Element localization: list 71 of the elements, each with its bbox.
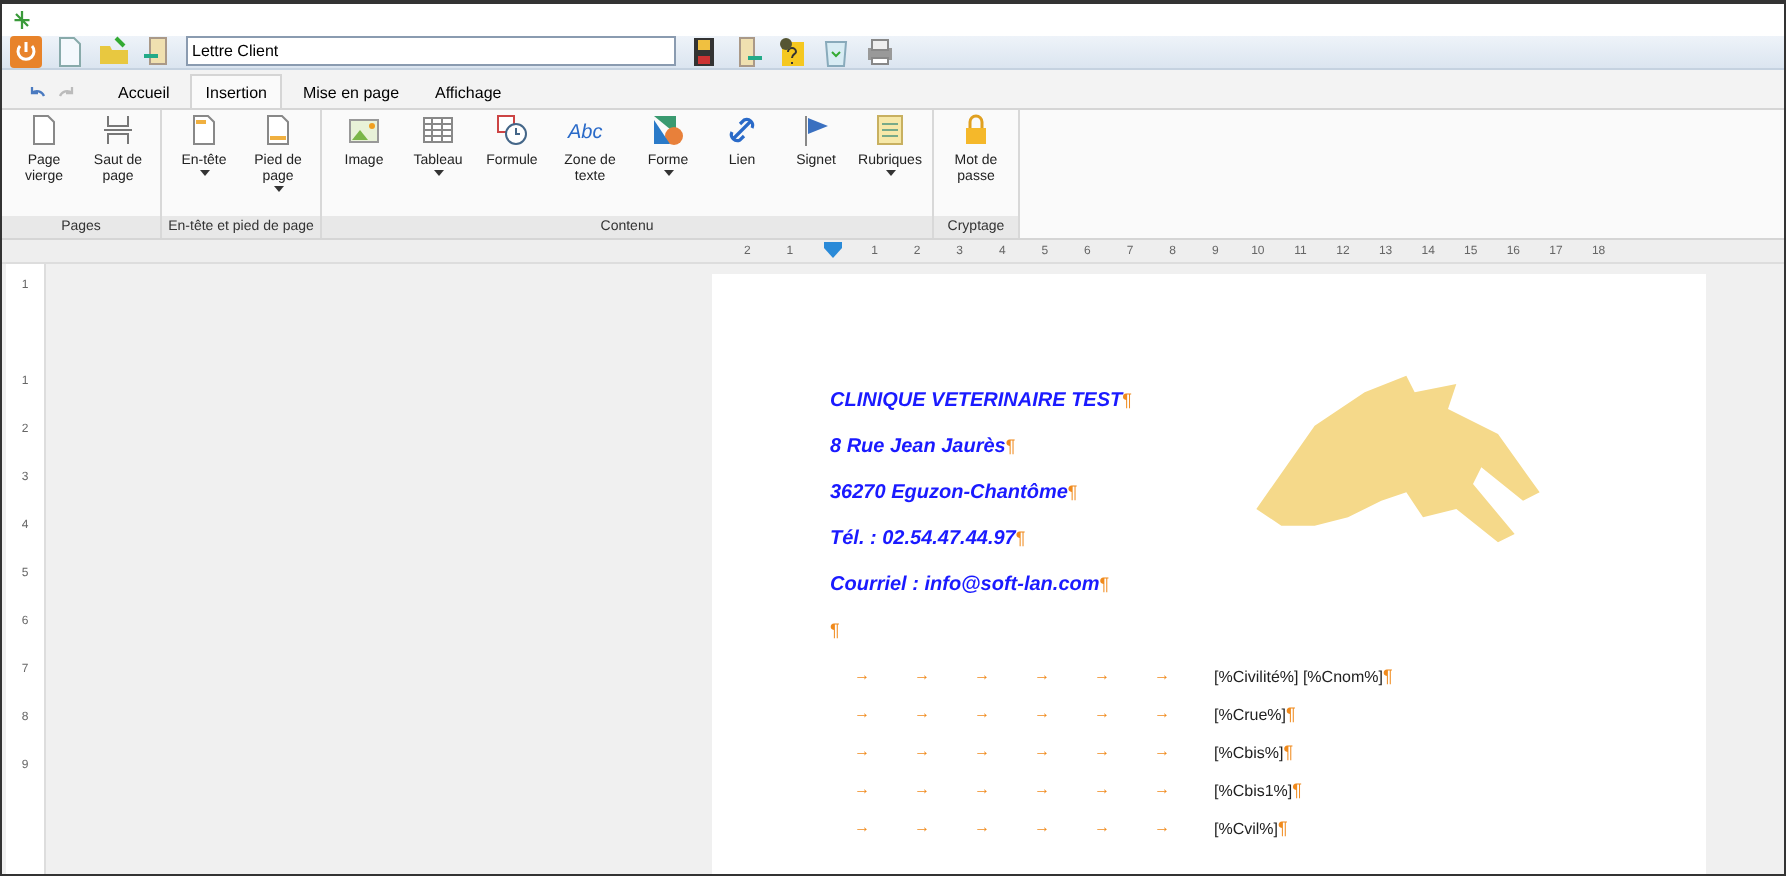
tab-mark: → (914, 742, 932, 761)
tab-mark: → (914, 780, 932, 799)
header-page-icon (188, 114, 220, 147)
tab-mark: → (974, 666, 992, 685)
letterhead-line: 36270 Eguzon-Chantôme¶ (830, 482, 1080, 509)
merge-field-line: [%Cbis1%]¶ (1214, 779, 1302, 800)
padlock-icon (960, 114, 992, 147)
tab-mark: → (1154, 818, 1172, 837)
merge-field-line: [%Cbis%]¶ (1214, 741, 1294, 762)
letterhead-line: 8 Rue Jean Jaurès¶ (830, 436, 1018, 463)
tab-mark: → (1034, 818, 1052, 837)
page-break-icon (102, 114, 134, 147)
tab-mark: → (974, 742, 992, 761)
tab-mark: → (1034, 666, 1052, 685)
ribbon-tab[interactable]: Insertion (189, 74, 283, 109)
blank-page-icon (28, 114, 60, 147)
tab-mark: → (854, 742, 872, 761)
caret-icon (199, 170, 209, 179)
document-list-icon (874, 114, 906, 147)
tab-mark: → (1094, 704, 1112, 723)
calendar-clock-icon (496, 114, 528, 147)
ribbon-tab[interactable]: Mise en page (286, 74, 416, 109)
footer-page-icon (262, 114, 294, 147)
merge-field-line: [%Crue%]¶ (1214, 703, 1296, 724)
power-icon[interactable] (10, 35, 42, 68)
tab-mark: → (914, 818, 932, 837)
tab-mark: → (974, 704, 992, 723)
tab-mark: → (914, 666, 932, 685)
merge-field-line: [%Civilité%] [%Cnom%]¶ (1214, 665, 1393, 686)
shapes-icon (652, 114, 684, 147)
letterhead-line: Courriel : info@soft-lan.com¶ (830, 574, 1112, 601)
caret-icon (273, 186, 283, 195)
tab-mark: → (1034, 742, 1052, 761)
paragraph-mark: ¶ (830, 620, 842, 645)
flag-icon (800, 114, 832, 147)
tab-mark: → (854, 704, 872, 723)
tab-mark: → (854, 818, 872, 837)
open-folder-icon[interactable] (98, 35, 130, 68)
tab-mark: → (854, 780, 872, 799)
tab-mark: → (1094, 818, 1112, 837)
ribbon-tab[interactable]: Affichage (419, 74, 518, 109)
image-icon (348, 114, 380, 147)
app-logo-icon (10, 7, 34, 32)
ribbon-tab[interactable]: Accueil (102, 74, 186, 109)
tab-mark: → (854, 666, 872, 685)
tab-mark: → (1154, 780, 1172, 799)
tab-mark: → (1034, 704, 1052, 723)
letterhead-line: Tél. : 02.54.47.44.97¶ (830, 528, 1028, 555)
tab-mark: → (1034, 780, 1052, 799)
tab-mark: → (1094, 780, 1112, 799)
table-icon (422, 114, 454, 147)
caret-icon (885, 170, 895, 179)
tab-mark: → (974, 818, 992, 837)
tab-mark: → (1154, 666, 1172, 685)
letterhead-line: CLINIQUE VETERINAIRE TEST¶ (830, 390, 1134, 417)
document-name-field[interactable]: Lettre Client (186, 36, 676, 67)
tab-mark: → (1094, 742, 1112, 761)
merge-field-line: [%Cvil%]¶ (1214, 817, 1288, 838)
recycle-bin-icon[interactable] (820, 35, 852, 68)
new-document-icon[interactable] (54, 35, 86, 68)
text-style-icon: Abc (566, 114, 614, 147)
chain-link-icon (726, 114, 758, 147)
printer-icon[interactable] (864, 35, 896, 68)
caret-icon (663, 170, 673, 179)
tab-mark: → (1154, 742, 1172, 761)
tab-mark: → (974, 780, 992, 799)
help-document-icon[interactable] (776, 35, 808, 68)
tab-mark: → (1154, 704, 1172, 723)
tab-mark: → (914, 704, 932, 723)
tab-mark: → (1094, 666, 1112, 685)
caret-icon (433, 170, 443, 179)
